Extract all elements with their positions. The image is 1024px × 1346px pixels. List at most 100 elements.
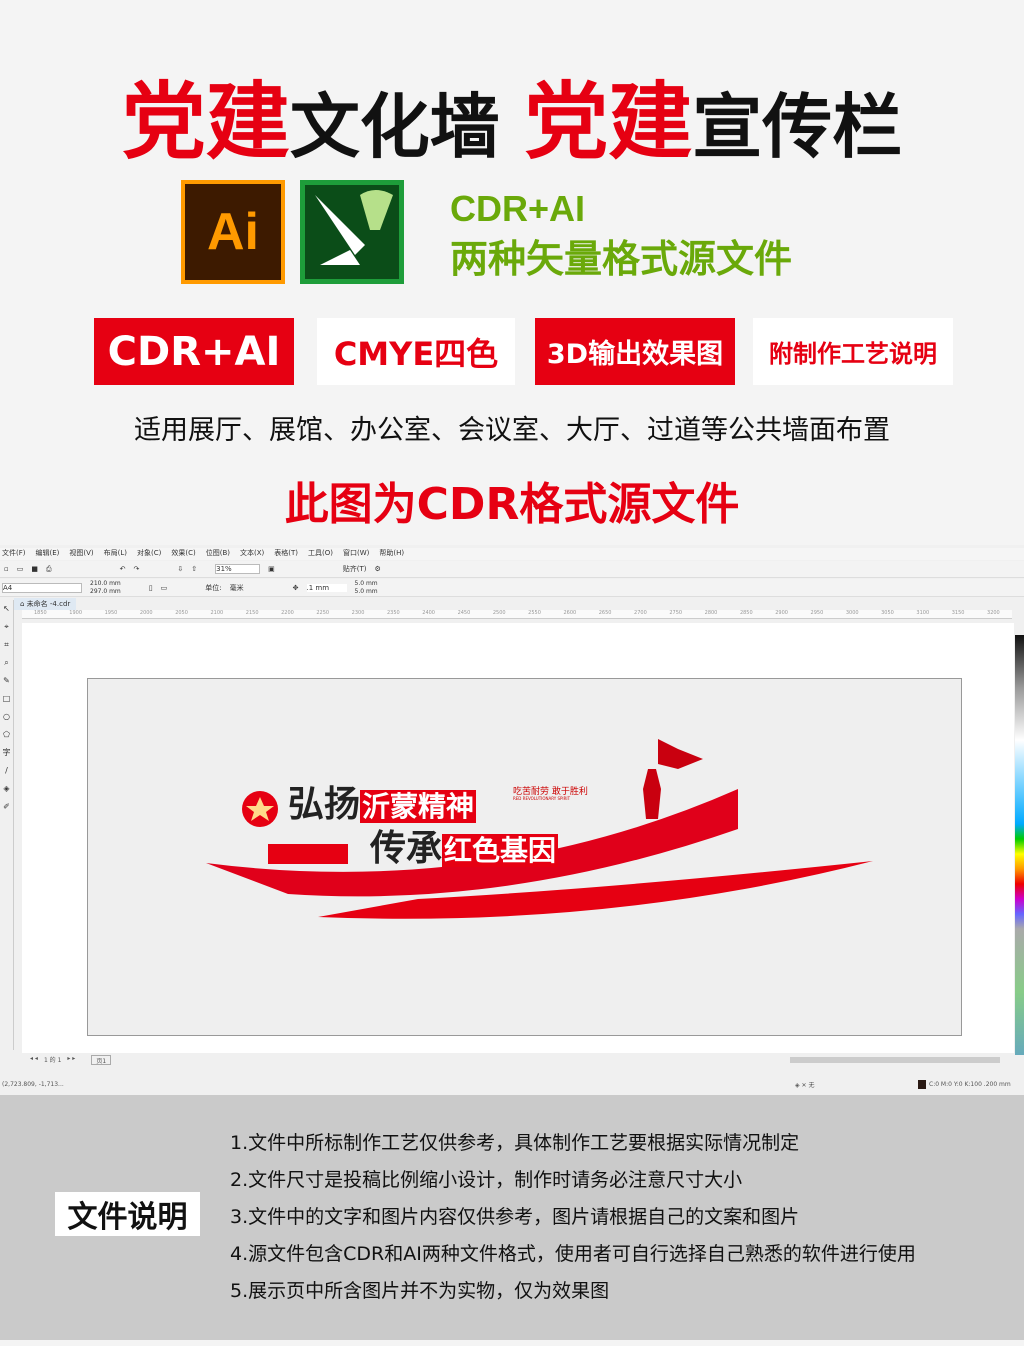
- menu-help[interactable]: 帮助(H): [379, 548, 404, 560]
- nudge-icon: ✥: [292, 583, 299, 592]
- menu-text[interactable]: 文本(X): [240, 548, 264, 560]
- badge-craft: 附制作工艺说明: [753, 318, 953, 385]
- file-notes-section: 文件说明 1.文件中所标制作工艺仅供参考，具体制作工艺要根据实际情况制定 2.文…: [0, 1095, 1024, 1340]
- gear-icon[interactable]: ⚙: [374, 565, 380, 573]
- line-tool-icon[interactable]: /: [0, 762, 13, 780]
- document-tab[interactable]: ⌂ 未命名 -4.cdr: [14, 598, 77, 610]
- badge-3d: 3D输出效果图: [535, 318, 735, 385]
- page-artwork: 弘扬沂蒙精神 传承红色基因 吃苦耐劳 敢于胜利 RED REVOLUTIONAR…: [87, 678, 962, 1036]
- ruler-tick-label: 2200: [281, 610, 294, 616]
- toolbox: ↖ ⌖ ⌗ ⌕ ✎ □ ○ ⬠ 字 / ◈ ✐: [0, 600, 14, 1050]
- crop-tool-icon[interactable]: ⌗: [0, 636, 13, 654]
- menu-layout[interactable]: 布局(L): [104, 548, 127, 560]
- rectangle-tool-icon[interactable]: □: [0, 690, 13, 708]
- page-navigator: ◂ ◂ 1 的 1 ▸ ▸ 页1: [0, 1055, 1024, 1065]
- status-bar: (2,723.809, -1,713... ◈ ✕ 无 C:0 M:0 Y:0 …: [0, 1078, 1024, 1090]
- zoom-select[interactable]: 31%: [215, 564, 261, 574]
- open-icon[interactable]: ▭: [17, 565, 24, 573]
- duplicate-x-field[interactable]: 5.0 mm: [355, 580, 378, 588]
- export-icon[interactable]: ⇧: [191, 565, 197, 573]
- page-height-field[interactable]: 297.0 mm: [90, 588, 121, 596]
- badge-cdr-ai: CDR+AI: [94, 318, 294, 385]
- print-icon[interactable]: ⎙: [46, 565, 52, 574]
- page-nav-arrows[interactable]: ◂ ◂: [30, 1055, 38, 1065]
- save-icon[interactable]: ■: [31, 565, 38, 573]
- document-tab-label: 未命名 -4.cdr: [26, 600, 71, 608]
- freehand-tool-icon[interactable]: ✎: [0, 672, 13, 690]
- ruler-tick-label: 2100: [210, 610, 224, 616]
- page-width-field[interactable]: 210.0 mm: [90, 580, 121, 588]
- menu-edit[interactable]: 编辑(E): [36, 548, 60, 560]
- page-size-select[interactable]: A4: [2, 582, 82, 593]
- duplicate-y-field[interactable]: 5.0 mm: [355, 588, 378, 596]
- portrait-icon[interactable]: ▯: [149, 584, 153, 592]
- undo-icon[interactable]: ↶: [120, 565, 126, 573]
- outline-color-info: C:0 M:0 Y:0 K:100 .200 mm: [929, 1080, 1011, 1088]
- ruler-tick-label: 2400: [422, 610, 435, 616]
- shape-tool-icon[interactable]: ⌖: [0, 618, 13, 636]
- zoom-tool-icon[interactable]: ⌕: [0, 654, 13, 672]
- new-icon[interactable]: ▫: [4, 565, 9, 573]
- page-title: 党建文化墙 党建宣传栏: [0, 55, 1024, 176]
- ruler-tick-label: 3150: [951, 610, 965, 616]
- unit-label: 单位:: [205, 583, 222, 592]
- ai-logo-text: Ai: [185, 184, 281, 280]
- standard-toolbar: ▫ ▭ ■ ⎙ ↶ ↷ ⇩ ⇧ 31% ▣ 贴齐(T) ⚙: [0, 561, 1024, 578]
- full-screen-icon[interactable]: ▣: [268, 565, 275, 573]
- ellipse-tool-icon[interactable]: ○: [0, 708, 13, 726]
- menu-object[interactable]: 对象(C): [137, 548, 161, 560]
- title-black-2: 宣传栏: [692, 86, 903, 168]
- artwork-line2a: 传承: [370, 828, 443, 869]
- menu-table[interactable]: 表格(T): [274, 548, 298, 560]
- note-item: 1.文件中所标制作工艺仅供参考，具体制作工艺要根据实际情况制定: [230, 1132, 800, 1154]
- ruler-tick-label: 2750: [669, 610, 683, 616]
- note-item: 2.文件尺寸是投稿比例缩小设计，制作时请务必注意尺寸大小: [230, 1169, 743, 1191]
- ruler-tick-label: 2850: [739, 610, 753, 616]
- ruler-tick-label: 2950: [810, 610, 824, 616]
- import-icon[interactable]: ⇩: [177, 565, 183, 573]
- menu-window[interactable]: 窗口(W): [343, 548, 369, 560]
- horizontal-ruler[interactable]: 1850 1900 1950 2000 2050 2100 2150 2200 2250 2300…: [22, 610, 1012, 619]
- text-tool-icon[interactable]: 字: [0, 744, 13, 762]
- ruler-tick-label: 2550: [528, 610, 541, 616]
- redo-icon[interactable]: ↷: [133, 565, 139, 573]
- file-notes-label: 文件说明: [55, 1192, 200, 1236]
- ruler-tick-label: 3000: [845, 610, 859, 616]
- ruler-tick-label: 2000: [139, 610, 153, 616]
- menu-bitmap[interactable]: 位图(B): [206, 548, 230, 560]
- unit-select[interactable]: 毫米: [230, 583, 285, 593]
- color-palette[interactable]: [1015, 635, 1024, 1055]
- eyedropper-tool-icon[interactable]: ✐: [0, 798, 13, 816]
- nudge-field[interactable]: .1 mm: [306, 583, 347, 592]
- menu-tools[interactable]: 工具(O): [308, 548, 333, 560]
- home-icon: ⌂: [20, 600, 27, 608]
- source-note: 此图为CDR格式源文件: [284, 479, 740, 530]
- fill-tool-icon[interactable]: ◈: [0, 780, 13, 798]
- ruler-tick-label: 2450: [457, 610, 471, 616]
- ruler-tick-label: 2700: [634, 610, 647, 616]
- usage-subtitle: 适用展厅、展馆、办公室、会议室、大厅、过道等公共墙面布置: [134, 415, 890, 446]
- menu-view[interactable]: 视图(V): [69, 548, 93, 560]
- menu-effects[interactable]: 效果(C): [171, 548, 195, 560]
- file-notes-list: 1.文件中所标制作工艺仅供参考，具体制作工艺要根据实际情况制定 2.文件尺寸是投…: [230, 1125, 916, 1310]
- snap-dropdown[interactable]: 贴齐(T): [343, 564, 367, 574]
- badge-cmyk: CMYE四色: [317, 318, 515, 385]
- ruler-tick-label: 1850: [34, 610, 47, 616]
- pick-tool-icon[interactable]: ↖: [0, 600, 13, 618]
- ruler-tick-label: 2250: [316, 610, 330, 616]
- page-nav-arrows-next[interactable]: ▸ ▸: [67, 1055, 75, 1065]
- ruler-tick-label: 2350: [386, 610, 400, 616]
- horizontal-scrollbar[interactable]: [790, 1057, 1000, 1063]
- cursor-coordinates: (2,723.809, -1,713...: [2, 1080, 64, 1088]
- ruler-tick-label: 2800: [704, 610, 718, 616]
- landscape-icon[interactable]: ▭: [161, 584, 168, 592]
- ruler-tick-label: 2500: [492, 610, 506, 616]
- drawing-canvas[interactable]: 弘扬沂蒙精神 传承红色基因 吃苦耐劳 敢于胜利 RED REVOLUTIONAR…: [22, 623, 1014, 1053]
- title-red-2: 党建: [524, 73, 693, 171]
- page-tab[interactable]: 页1: [91, 1055, 112, 1065]
- note-item: 3.文件中的文字和图片内容仅供参考，图片请根据自己的文案和图片: [230, 1206, 800, 1228]
- ruler-tick-label: 2050: [175, 610, 188, 616]
- menu-file[interactable]: 文件(F): [2, 548, 26, 560]
- polygon-tool-icon[interactable]: ⬠: [0, 726, 13, 744]
- ruler-tick-label: 2150: [245, 610, 259, 616]
